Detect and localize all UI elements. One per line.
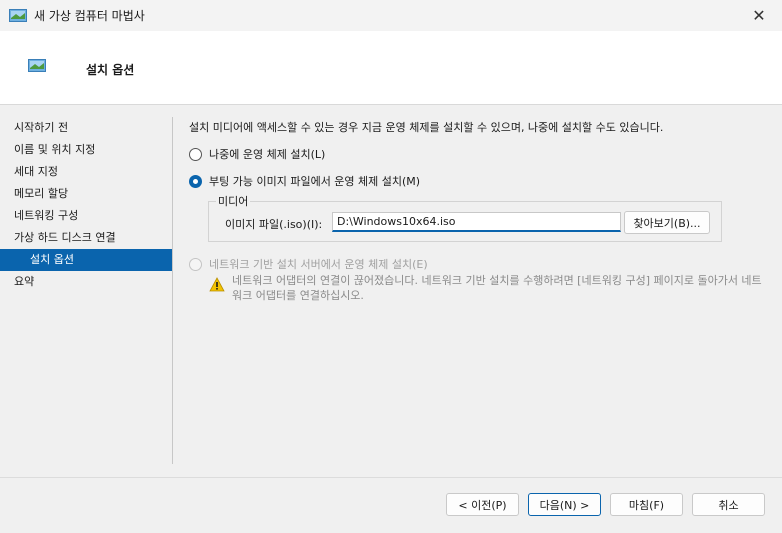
sidebar-item-generation[interactable]: 세대 지정 [0, 161, 172, 183]
option-install-from-image-label: 부팅 가능 이미지 파일에서 운영 체제 설치(M) [209, 175, 421, 188]
installation-options-panel: 설치 미디어에 액세스할 수 있는 경우 지금 운영 체제를 설치할 수 있으며… [189, 120, 769, 302]
footer-divider [0, 477, 782, 478]
sidebar-item-name-and-location[interactable]: 이름 및 위치 지정 [0, 139, 172, 161]
sidebar-item-installation-options[interactable]: 설치 옵션 [0, 249, 172, 271]
finish-button[interactable]: 마침(F) [610, 493, 683, 516]
next-button[interactable]: 다음(N) > [528, 493, 601, 516]
option-install-from-network-label: 네트워크 기반 설치 서버에서 운영 체제 설치(E) [209, 258, 428, 271]
close-icon: ✕ [752, 6, 766, 25]
option-install-from-network: 네트워크 기반 설치 서버에서 운영 체제 설치(E) [189, 256, 428, 272]
cancel-button[interactable]: 취소 [692, 493, 765, 516]
option-install-later[interactable]: 나중에 운영 체제 설치(L) [189, 146, 325, 162]
radio-install-from-image[interactable] [189, 174, 202, 188]
sidebar-item-memory[interactable]: 메모리 할당 [0, 183, 172, 205]
virtual-machine-icon [9, 8, 27, 22]
sidebar-item-summary[interactable]: 요약 [0, 271, 172, 293]
radio-install-from-network [189, 257, 202, 271]
page-title: 설치 옵션 [86, 63, 135, 77]
sidebar-item-networking[interactable]: 네트워킹 구성 [0, 205, 172, 227]
warning-icon [209, 277, 225, 292]
close-button[interactable]: ✕ [736, 0, 782, 31]
previous-button[interactable]: < 이전(P) [446, 493, 519, 516]
sidebar-item-virtual-hard-disk[interactable]: 가상 하드 디스크 연결 [0, 227, 172, 249]
window-title: 새 가상 컴퓨터 마법사 [34, 9, 145, 23]
network-warning-text: 네트워크 어댑터의 연결이 끊어졌습니다. 네트워크 기반 설치를 수행하려면 … [232, 274, 762, 302]
wizard-header: 설치 옵션 [0, 31, 782, 105]
iso-file-label: 이미지 파일(.iso)(I): [225, 218, 323, 231]
radio-install-later[interactable] [189, 147, 202, 161]
iso-file-input[interactable]: D:\Windows10x64.iso [332, 212, 621, 232]
option-install-from-image[interactable]: 부팅 가능 이미지 파일에서 운영 체제 설치(M) [189, 173, 420, 189]
media-group-legend: 미디어 [216, 193, 251, 209]
title-bar: 새 가상 컴퓨터 마법사 ✕ [0, 0, 782, 31]
sidebar-divider [172, 117, 173, 464]
description-text: 설치 미디어에 액세스할 수 있는 경우 지금 운영 체제를 설치할 수 있으며… [189, 121, 664, 134]
option-install-later-label: 나중에 운영 체제 설치(L) [209, 148, 326, 161]
wizard-steps: 시작하기 전 이름 및 위치 지정 세대 지정 메모리 할당 네트워킹 구성 가… [0, 117, 172, 293]
sidebar-item-before-you-begin[interactable]: 시작하기 전 [0, 117, 172, 139]
browse-button[interactable]: 찾아보기(B)... [624, 211, 710, 234]
virtual-machine-icon [28, 59, 46, 72]
